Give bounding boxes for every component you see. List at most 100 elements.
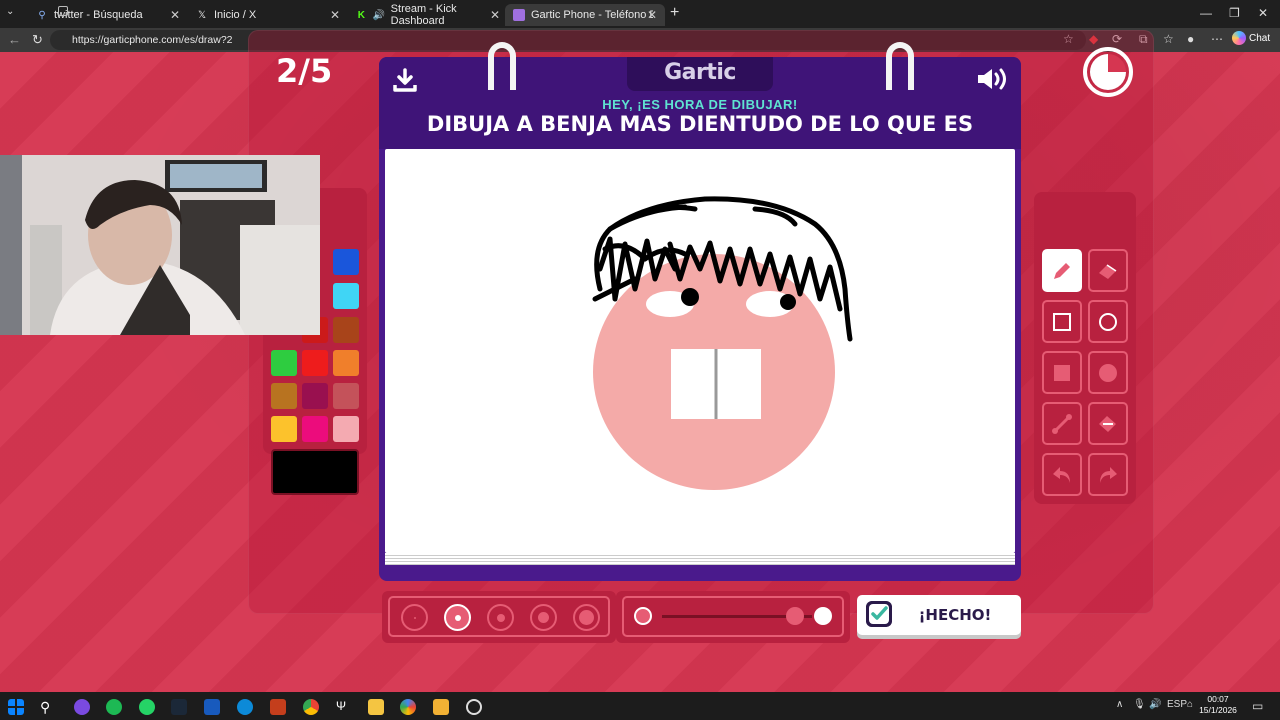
tool-eraser[interactable] bbox=[1088, 249, 1128, 292]
tool-redo[interactable] bbox=[1088, 453, 1128, 496]
brush-size-2[interactable] bbox=[444, 604, 471, 631]
tool-undo[interactable] bbox=[1042, 453, 1082, 496]
whatsapp-icon[interactable] bbox=[139, 699, 155, 715]
start-icon[interactable] bbox=[8, 699, 24, 715]
rectangle-outline-icon bbox=[1053, 312, 1071, 331]
check-icon bbox=[866, 601, 892, 627]
gartic-logo-icon bbox=[513, 9, 525, 21]
tab-kick-dashboard[interactable]: K 🔊 Stream - Kick Dashboard ✕ bbox=[348, 3, 508, 27]
tab-twitter-search[interactable]: ⚲ twitter - Búsqueda ✕ bbox=[28, 4, 188, 26]
drawing-prompt: DIBUJA A BENJA MAS DIENTUDO DE LO QUE ES bbox=[426, 112, 974, 136]
steam-icon[interactable] bbox=[171, 699, 187, 715]
opacity-min-icon bbox=[634, 607, 652, 625]
color-swatch-pink[interactable] bbox=[333, 416, 359, 442]
search-icon[interactable]: ⚲ bbox=[40, 699, 56, 715]
close-icon[interactable]: ✕ bbox=[170, 8, 180, 22]
binder-ring-left bbox=[488, 42, 516, 94]
close-icon[interactable]: ✕ bbox=[330, 8, 340, 22]
tab-gartic-phone[interactable]: Gartic Phone - Teléfono Descomp ✕ bbox=[505, 4, 665, 26]
color-swatch-green[interactable] bbox=[271, 350, 297, 376]
microphone-icon[interactable]: 🎙 bbox=[1133, 699, 1146, 710]
new-tab-icon[interactable]: + bbox=[670, 4, 679, 22]
color-swatch-ochre[interactable] bbox=[271, 383, 297, 409]
maximize-icon[interactable]: ❐ bbox=[1229, 6, 1240, 20]
copilot-chat-button[interactable]: Chat bbox=[1232, 31, 1270, 45]
tab-x-home[interactable]: 𝕏 Inicio / X ✕ bbox=[188, 4, 348, 26]
browser-tab-bar: ⌄ ⚲ twitter - Búsqueda ✕ 𝕏 Inicio / X ✕ … bbox=[0, 0, 1280, 28]
chat-label: Chat bbox=[1249, 32, 1271, 44]
app-icon-3[interactable] bbox=[433, 699, 449, 715]
opacity-slider-handle[interactable] bbox=[786, 607, 804, 625]
close-icon[interactable]: ✕ bbox=[647, 8, 657, 22]
sound-icon[interactable] bbox=[976, 67, 1010, 91]
tool-line[interactable] bbox=[1042, 402, 1082, 445]
brush-size-1[interactable] bbox=[401, 604, 428, 631]
color-swatch-red[interactable] bbox=[302, 350, 328, 376]
pencil-icon bbox=[1054, 262, 1070, 279]
site-info-icon[interactable] bbox=[58, 6, 68, 16]
canvas-pages-edge bbox=[385, 553, 1015, 565]
windows-taskbar bbox=[0, 692, 1280, 720]
back-icon[interactable]: ← bbox=[8, 32, 21, 47]
search-icon: ⚲ bbox=[38, 9, 46, 21]
browser-icon[interactable] bbox=[400, 699, 416, 715]
brush-size-3[interactable] bbox=[487, 604, 514, 631]
more-options-icon[interactable]: ⋯ bbox=[1211, 32, 1223, 46]
current-color-preview bbox=[271, 449, 359, 495]
clock[interactable]: 00:07 15/1/2026 bbox=[1198, 694, 1238, 716]
speaker-icon: 🔊 bbox=[372, 9, 385, 21]
edge-icon[interactable] bbox=[237, 699, 253, 715]
app-icon[interactable] bbox=[74, 699, 90, 715]
app-icon-2[interactable]: Ψ bbox=[336, 699, 352, 715]
tab-actions-menu-icon[interactable]: ⌄ bbox=[6, 6, 14, 17]
tool-fill-bucket[interactable] bbox=[1088, 402, 1128, 445]
color-swatch-light-blue[interactable] bbox=[333, 283, 359, 309]
line-icon bbox=[1052, 413, 1072, 434]
chrome-icon[interactable] bbox=[303, 699, 319, 715]
brush-size-5[interactable] bbox=[573, 604, 600, 631]
color-swatch-wine[interactable] bbox=[302, 383, 328, 409]
word-icon[interactable] bbox=[204, 699, 220, 715]
volume-icon[interactable]: 🔊 bbox=[1149, 699, 1161, 710]
tray-chevron-icon[interactable]: ∧ bbox=[1116, 699, 1123, 710]
webcam-image bbox=[0, 155, 320, 335]
brush-size-4[interactable] bbox=[530, 604, 557, 631]
tool-rectangle-fill[interactable] bbox=[1042, 351, 1082, 394]
tool-pencil[interactable] bbox=[1042, 249, 1082, 292]
drawing-hint: HEY, ¡ES HORA DE DIBUJAR! bbox=[602, 97, 798, 112]
color-swatch-magenta[interactable] bbox=[302, 416, 328, 442]
favorites-icon[interactable]: ☆ bbox=[1163, 32, 1174, 46]
webcam-overlay bbox=[0, 155, 320, 335]
spotify-icon[interactable] bbox=[106, 699, 122, 715]
window-close-icon[interactable]: ✕ bbox=[1258, 6, 1268, 20]
binder-ring-right bbox=[886, 42, 914, 94]
clock-date: 15/1/2026 bbox=[1199, 705, 1237, 715]
minimize-icon[interactable]: — bbox=[1200, 6, 1212, 20]
circle-fill-icon bbox=[1099, 363, 1117, 382]
notifications-icon[interactable]: ▭ bbox=[1252, 699, 1263, 713]
obs-icon[interactable] bbox=[466, 699, 482, 715]
opacity-max-icon bbox=[814, 607, 832, 625]
color-swatch-orange[interactable] bbox=[333, 350, 359, 376]
reload-icon[interactable]: ↻ bbox=[32, 32, 43, 48]
color-swatch-brown[interactable] bbox=[333, 317, 359, 343]
tool-circle-fill[interactable] bbox=[1088, 351, 1128, 394]
profile-avatar-icon[interactable]: ● bbox=[1187, 32, 1194, 46]
color-swatch-rose[interactable] bbox=[333, 383, 359, 409]
color-swatch-yellow[interactable] bbox=[271, 416, 297, 442]
download-icon[interactable] bbox=[392, 67, 418, 93]
tool-rectangle-outline[interactable] bbox=[1042, 300, 1082, 343]
gartic-logo: Gartic bbox=[664, 60, 736, 85]
language-indicator[interactable]: ESP bbox=[1167, 699, 1187, 710]
powerpoint-icon[interactable] bbox=[270, 699, 286, 715]
redo-icon bbox=[1100, 466, 1117, 483]
close-icon[interactable]: ✕ bbox=[490, 8, 500, 22]
file-explorer-icon[interactable] bbox=[368, 699, 384, 715]
network-icon[interactable]: ⌂ bbox=[1187, 699, 1193, 710]
drawing-canvas[interactable] bbox=[385, 149, 1015, 553]
fill-bucket-icon bbox=[1099, 415, 1116, 432]
done-button-label: ¡HECHO! bbox=[918, 606, 992, 624]
tool-circle-outline[interactable] bbox=[1088, 300, 1128, 343]
color-swatch-blue[interactable] bbox=[333, 249, 359, 275]
drawing-strokes bbox=[592, 196, 853, 490]
